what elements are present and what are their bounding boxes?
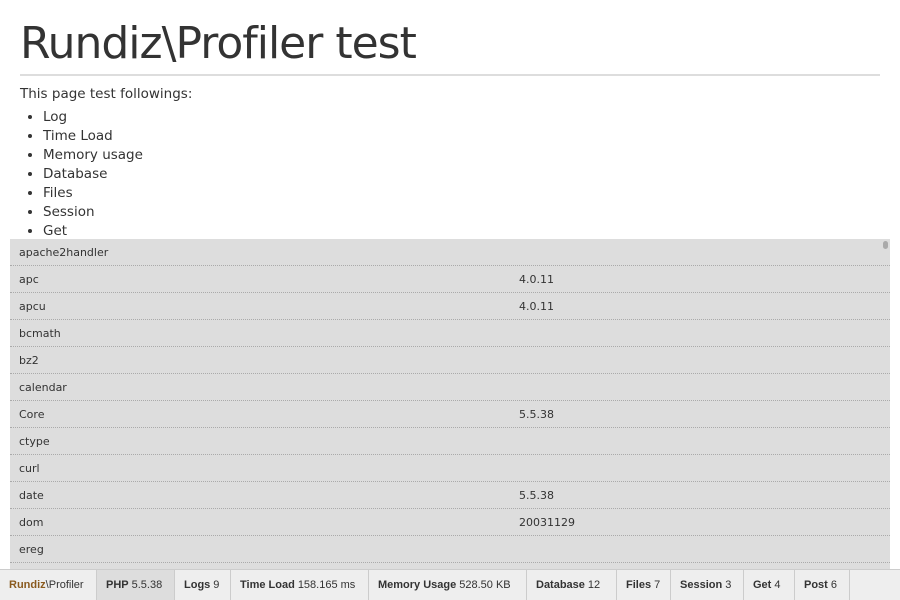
list-item: Session <box>43 203 143 222</box>
table-row: calendar <box>10 374 890 401</box>
list-item: Memory usage <box>43 146 143 165</box>
extension-name: bcmath <box>19 326 61 340</box>
table-row: ereg <box>10 536 890 563</box>
extension-name: apc <box>19 272 39 286</box>
tab-value: 7 <box>654 579 661 591</box>
extension-name: bz2 <box>19 353 39 367</box>
extension-version: 5.5.38 <box>519 407 554 421</box>
tab-label: Database <box>536 579 585 591</box>
tab-session[interactable]: Session 3 <box>671 570 744 600</box>
tab-get[interactable]: Get 4 <box>744 570 795 600</box>
tab-files[interactable]: Files 7 <box>617 570 671 600</box>
extension-version: 4.0.11 <box>519 299 554 313</box>
list-item: Files <box>43 184 143 203</box>
tab-time-load[interactable]: Time Load 158.165 ms <box>231 570 369 600</box>
extension-name: apcu <box>19 299 46 313</box>
tab-label: Time Load <box>240 579 295 591</box>
extension-name: calendar <box>19 380 67 394</box>
logo-text: \Profiler <box>45 579 84 591</box>
extension-name: dom <box>19 515 44 529</box>
extension-name: Core <box>19 407 45 421</box>
tab-value: 3 <box>725 579 732 591</box>
extension-version: 5.5.38 <box>519 488 554 502</box>
php-extensions-panel[interactable]: apache2handler apc 4.0.11 apcu 4.0.11 bcmath b… <box>10 239 890 569</box>
list-item: Log <box>43 108 143 127</box>
tab-label: Session <box>680 579 723 591</box>
page-title: Rundiz\Profiler test <box>20 18 417 69</box>
table-row: apcu 4.0.11 <box>10 293 890 320</box>
table-row: apc 4.0.11 <box>10 266 890 293</box>
tab-memory-usage[interactable]: Memory Usage 528.50 KB <box>369 570 527 600</box>
divider <box>20 74 880 76</box>
extension-version: 20031129 <box>519 515 575 529</box>
tab-value: 5.5.38 <box>131 579 163 591</box>
tab-label: Files <box>626 579 652 591</box>
tab-label: Get <box>753 579 772 591</box>
table-row: curl <box>10 455 890 482</box>
extension-name: curl <box>19 461 40 475</box>
list-item: Time Load <box>43 127 143 146</box>
table-row: Core 5.5.38 <box>10 401 890 428</box>
extension-name: ctype <box>19 434 50 448</box>
logo-brand: Rundiz <box>9 579 46 591</box>
table-row: bcmath <box>10 320 890 347</box>
extension-name: ereg <box>19 542 44 556</box>
extension-version: 4.0.11 <box>519 272 554 286</box>
table-row: ctype <box>10 428 890 455</box>
tab-php[interactable]: PHP 5.5.38 <box>97 570 175 600</box>
tab-value: 528.50 KB <box>459 579 511 591</box>
tab-value: 4 <box>774 579 781 591</box>
table-row: date 5.5.38 <box>10 482 890 509</box>
tab-database[interactable]: Database 12 <box>527 570 617 600</box>
profiler-toolbar: Rundiz \Profiler PHP 5.5.38 Logs 9 Time Load 1… <box>0 569 900 600</box>
table-row: dom 20031129 <box>10 509 890 536</box>
table-row: bz2 <box>10 347 890 374</box>
tab-label: Logs <box>184 579 211 591</box>
profiler-logo[interactable]: Rundiz \Profiler <box>0 570 97 600</box>
tab-value: 9 <box>213 579 220 591</box>
tab-label: Memory Usage <box>378 579 457 591</box>
list-item: Database <box>43 165 143 184</box>
extension-name: apache2handler <box>19 245 109 259</box>
tab-label: Post <box>804 579 828 591</box>
scrollbar-thumb[interactable] <box>883 241 888 249</box>
tab-value: 12 <box>587 579 601 591</box>
tab-post[interactable]: Post 6 <box>795 570 850 600</box>
tab-value: 158.165 ms <box>297 579 356 591</box>
tab-value: 6 <box>830 579 837 591</box>
feature-list: Log Time Load Memory usage Database File… <box>20 108 143 241</box>
table-row: apache2handler <box>10 239 890 266</box>
tab-logs[interactable]: Logs 9 <box>175 570 231 600</box>
extension-name: date <box>19 488 44 502</box>
tab-label: PHP <box>106 579 129 591</box>
intro-text: This page test followings: <box>20 86 193 102</box>
